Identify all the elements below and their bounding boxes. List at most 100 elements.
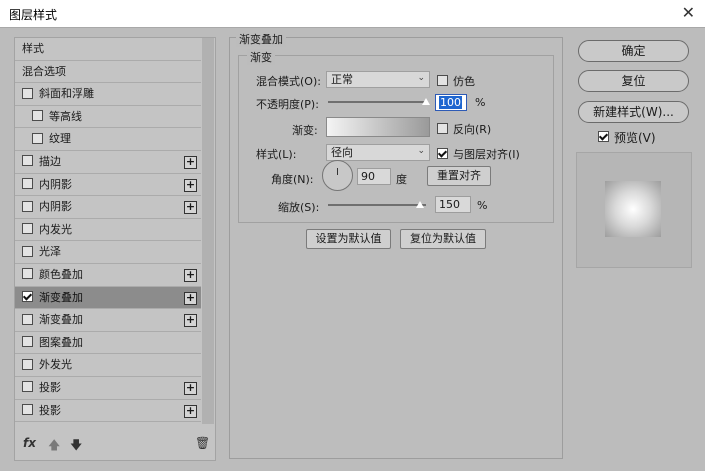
style-checkbox[interactable] [32,110,43,122]
style-list-label: 图案叠加 [39,335,83,349]
scale-label: 缩放(S): [278,201,320,214]
style-list-label: 内发光 [39,222,72,236]
add-effect-icon[interactable]: + [184,291,197,305]
preview-gradient [605,181,661,237]
style-checkbox[interactable] [32,132,43,144]
section-title: 渐变叠加 [236,31,286,47]
reset-button[interactable]: 复位 [578,70,689,92]
reverse-checkbox[interactable] [437,123,448,134]
scale-slider-thumb[interactable] [416,201,424,208]
add-effect-icon[interactable]: + [184,381,197,395]
style-list-label: 渐变叠加 [39,313,83,327]
add-effect-icon[interactable]: + [184,404,197,418]
fx-icon[interactable]: fx [23,436,36,450]
style-checkbox[interactable] [22,404,33,415]
scale-input[interactable]: 150 [435,196,471,213]
gradient-swatch[interactable] [326,117,430,137]
add-effect-icon[interactable]: + [184,155,197,169]
chevron-down-icon: ⌄ [417,73,425,83]
opacity-input[interactable]: 100 [435,94,467,111]
reset-align-button[interactable]: 重置对齐 [427,166,491,186]
arrow-up-icon[interactable]: 🡅 [48,436,60,457]
add-effect-icon[interactable]: + [184,314,197,328]
style-list-label: 等高线 [49,109,82,123]
style-checkbox[interactable] [22,358,33,370]
style-checkbox[interactable] [22,245,33,257]
style-list-item[interactable]: 渐变叠加 + [15,286,201,310]
style-list-item[interactable]: 斜面和浮雕 [15,83,201,106]
style-checkbox[interactable] [22,223,33,235]
scale-unit: % [477,199,488,212]
style-checkbox[interactable] [22,200,33,212]
style-list-item[interactable]: 样式 [15,38,201,61]
style-list-item[interactable]: 描边 + [15,151,201,174]
add-effect-icon[interactable]: + [184,268,197,282]
angle-input[interactable]: 90 [357,168,391,185]
styles-list: 样式 混合选项 斜面和浮雕 等高线 纹理 描边 + 内阴影 + 内阴影 + 内发光 光泽 颜色叠加 + 渐变叠… [15,38,201,423]
opacity-unit: % [475,96,486,109]
blend-mode-select[interactable]: 正常 ⌄ [326,71,430,88]
style-list-item[interactable]: 内阴影 + [15,196,201,219]
opacity-slider[interactable] [328,101,426,103]
options-panel: 渐变叠加 渐变 混合模式(O): 正常 ⌄ 仿色 不透明度(P): 100 % … [229,31,563,459]
align-checkbox[interactable] [437,148,448,159]
opacity-label: 不透明度(P): [256,98,319,111]
scale-slider[interactable] [328,204,426,206]
style-list-label: 光泽 [39,245,61,259]
trash-icon[interactable]: 🗑 [195,436,210,450]
angle-unit: 度 [396,173,407,186]
preview-thumbnail [576,152,692,268]
style-checkbox[interactable] [22,87,33,99]
style-list-item[interactable]: 内发光 [15,219,201,242]
style-list-item[interactable]: 渐变叠加 + [15,309,201,332]
dither-checkbox[interactable] [437,75,448,86]
scale-value: 150 [439,198,460,211]
style-list-item[interactable]: 外发光 [15,354,201,377]
blend-mode-value: 正常 [331,73,353,86]
style-list-label: 样式 [22,42,44,55]
arrow-down-icon[interactable]: 🡇 [70,436,82,457]
list-footer: fx 🡅 🡇 🗑 [15,430,215,460]
gradient-label: 渐变: [292,124,318,137]
add-effect-icon[interactable]: + [184,201,197,215]
reverse-label: 反向(R) [453,123,492,136]
style-list-item[interactable]: 纹理 [15,128,201,151]
style-checkbox[interactable] [22,291,33,303]
opacity-slider-thumb[interactable] [422,98,430,105]
new-style-button[interactable]: 新建样式(W)... [578,101,689,123]
angle-label: 角度(N): [271,173,314,186]
close-icon[interactable]: ✕ [682,3,695,22]
opacity-value: 100 [439,96,462,109]
style-checkbox[interactable] [22,313,33,325]
style-list-item[interactable]: 图案叠加 [15,332,201,355]
blend-mode-label: 混合模式(O): [256,75,321,88]
style-list-item[interactable]: 混合选项 [15,61,201,84]
style-list-label: 颜色叠加 [39,267,83,281]
angle-dial[interactable] [322,160,353,191]
ok-button[interactable]: 确定 [578,40,689,62]
style-checkbox[interactable] [22,268,33,280]
style-checkbox[interactable] [22,155,33,167]
group-title: 渐变 [247,49,275,65]
add-effect-icon[interactable]: + [184,178,197,192]
scrollbar[interactable] [202,38,214,424]
style-list-item[interactable]: 等高线 [15,106,201,129]
make-default-button[interactable]: 设置为默认值 [306,229,391,249]
align-label: 与图层对齐(I) [453,148,520,161]
style-list-item[interactable]: 颜色叠加 + [15,264,201,287]
title-bar: 图层样式 ✕ [0,0,705,28]
style-list-label: 投影 [39,403,61,417]
style-list-item[interactable]: 投影 + [15,377,201,400]
style-list-item[interactable]: 光泽 [15,241,201,264]
style-list-item[interactable]: 投影 + [15,400,201,423]
preview-checkbox[interactable] [598,131,609,142]
style-checkbox[interactable] [22,336,33,348]
style-list-label: 描边 [39,154,61,168]
style-list-label: 内阴影 [39,200,72,214]
style-checkbox[interactable] [22,381,33,393]
style-checkbox[interactable] [22,178,33,190]
style-select[interactable]: 径向 ⌄ [326,144,430,161]
style-list-item[interactable]: 内阴影 + [15,174,201,197]
style-list-label: 外发光 [39,358,72,372]
reset-default-button[interactable]: 复位为默认值 [400,229,486,249]
